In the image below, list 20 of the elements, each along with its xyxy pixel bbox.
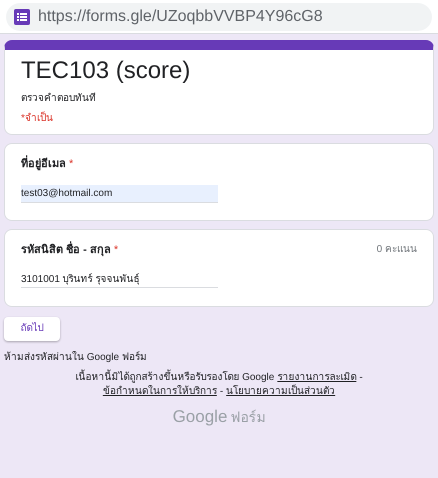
required-note: *จำเป็น — [21, 112, 54, 126]
question-label: รหัสนิสิต ชื่อ - สกุล — [21, 242, 111, 258]
separator-text: - — [359, 370, 363, 384]
next-button[interactable]: ถัดไป — [4, 316, 60, 340]
google-forms-logo: Google ฟอร์ม — [172, 406, 266, 426]
input-field[interactable]: test03@hotmail.com — [21, 184, 218, 202]
list-icon — [14, 9, 30, 25]
question-label: ที่อยู่อีเมล — [21, 156, 66, 172]
footer-link[interactable]: ข้อกำหนดในการให้บริการ — [102, 384, 217, 398]
password-warning: ห้ามส่งรหัสผ่านใน Google ฟอร์ม — [3, 350, 148, 364]
form-description: ตรวจคำตอบทันที — [21, 92, 97, 106]
required-mark: * — [69, 157, 74, 172]
separator-text: - — [220, 384, 224, 398]
points-text: 0 คะแนน — [376, 242, 417, 256]
form-title: TEC103 (score) — [21, 56, 192, 86]
disclaimer-text: เนื้อหานี้มิได้ถูกสร้างขึ้นหรือรับรองโดย Google — [75, 370, 274, 384]
footer-link[interactable]: นโยบายความเป็นส่วนตัว — [226, 384, 336, 398]
input-field[interactable]: 3101001 บุรินทร์ รุจจนพันธุ์ — [21, 270, 218, 288]
footer-link[interactable]: รายงานการละเมิด — [277, 370, 356, 384]
required-mark: * — [114, 242, 118, 258]
